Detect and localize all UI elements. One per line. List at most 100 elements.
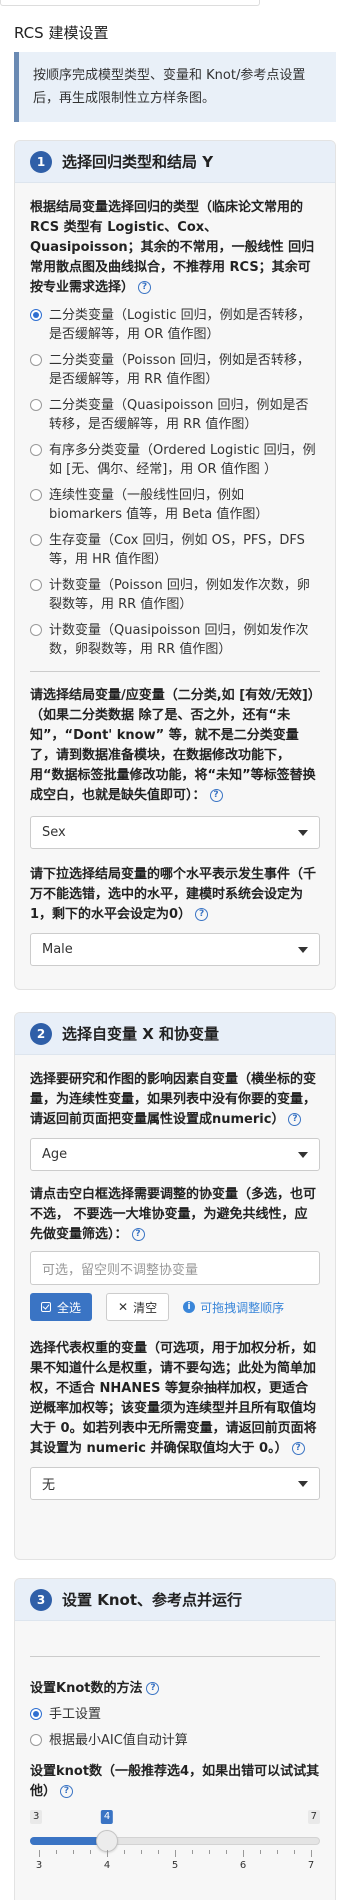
regression-type-option-3[interactable]: 二分类变量（Quasipoisson 回归，例如是否转移，是否缓解等，用 RR … bbox=[30, 396, 320, 434]
slider-major-tick bbox=[107, 1850, 108, 1857]
radio-button[interactable] bbox=[30, 489, 42, 501]
slider-minor-tick bbox=[260, 1850, 261, 1854]
slider-minor-tick bbox=[158, 1850, 159, 1854]
slider-tick-label: 4 bbox=[103, 1860, 111, 1871]
radio-button[interactable] bbox=[30, 309, 42, 321]
slider-minor-tick bbox=[90, 1850, 91, 1854]
outcome-select-value: Sex bbox=[42, 825, 66, 840]
close-icon: ✕ bbox=[118, 1300, 129, 1314]
regression-type-option-7[interactable]: 计数变量（Poisson 回归，例如发作次数，卵裂数等，用 RR 值作图） bbox=[30, 576, 320, 614]
knot-method-option-1[interactable]: 手工设置 bbox=[30, 1705, 320, 1724]
outcome-label: 请选择结局变量/应变量（二分类,如 [有效/无效]）（如果二分类数据 除了是、否… bbox=[30, 688, 316, 803]
select-all-button[interactable]: 全选 bbox=[30, 1293, 93, 1321]
intro-callout: 按顺序完成模型类型、变量和 Knot/参考点设置后，再生成限制性立方样条图。 bbox=[14, 52, 336, 122]
help-icon[interactable]: ? bbox=[138, 281, 152, 294]
radio-button[interactable] bbox=[30, 534, 42, 546]
slider-minor-tick bbox=[294, 1850, 295, 1854]
page-title: RCS 建模设置 bbox=[14, 24, 109, 42]
radio-label: 生存变量（Cox 回归，例如 OS，PFS，DFS 等，用 HR 值作图） bbox=[49, 533, 305, 567]
slider-minor-tick bbox=[277, 1850, 278, 1854]
radio-label: 根据最小AIC值自动计算 bbox=[49, 1733, 188, 1748]
caret-down-icon bbox=[298, 946, 308, 953]
radio-button[interactable] bbox=[30, 444, 42, 456]
clear-button[interactable]: ✕ 清空 bbox=[106, 1293, 170, 1321]
slider-value-label: 4 bbox=[100, 1810, 114, 1824]
slider-major-tick bbox=[175, 1850, 176, 1857]
help-icon[interactable]: ? bbox=[209, 789, 223, 802]
slider-minor-tick bbox=[209, 1850, 210, 1854]
x-variable-select[interactable]: Age bbox=[30, 1138, 320, 1171]
tab-bar-stub bbox=[0, 0, 260, 6]
help-icon[interactable]: ? bbox=[146, 1682, 160, 1695]
radio-button[interactable] bbox=[30, 624, 42, 636]
radio-label: 手工设置 bbox=[49, 1707, 102, 1722]
help-icon[interactable]: ? bbox=[195, 908, 209, 921]
event-level-label: 请下拉选择结局变量的哪个水平表示发生事件（千万不能选错，选中的水平，建模时系统会… bbox=[30, 867, 317, 922]
step-badge: 2 bbox=[30, 1022, 52, 1045]
divider bbox=[30, 671, 320, 672]
help-icon[interactable]: ? bbox=[131, 1228, 145, 1241]
regression-type-option-6[interactable]: 生存变量（Cox 回归，例如 OS，PFS，DFS 等，用 HR 值作图） bbox=[30, 531, 320, 569]
section-title: 设置 Knot、参考点并运行 bbox=[62, 1591, 243, 1609]
help-icon[interactable]: ? bbox=[291, 1442, 305, 1455]
regression-type-option-2[interactable]: 二分类变量（Poisson 回归，例如是否转移，是否缓解等，用 RR 值作图） bbox=[30, 351, 320, 389]
knot-method-radio-group: 手工设置根据最小AIC值自动计算 bbox=[30, 1705, 320, 1750]
radio-button[interactable] bbox=[30, 1734, 42, 1746]
x-variable-select-value: Age bbox=[42, 1147, 68, 1162]
radio-button[interactable] bbox=[30, 1708, 42, 1720]
divider bbox=[30, 1656, 320, 1657]
section-title: 选择自变量 X 和协变量 bbox=[62, 1025, 220, 1043]
info-icon: i bbox=[183, 1301, 196, 1313]
section-regression-type: 1 选择回归类型和结局 Y 根据结局变量选择回归的类型（临床论文常用的 RCS … bbox=[14, 140, 336, 990]
slider-tick-label: 7 bbox=[307, 1860, 315, 1871]
slider-min-label: 3 bbox=[30, 1810, 43, 1824]
event-level-select[interactable]: Male bbox=[30, 933, 320, 966]
section-knots: 3 设置 Knot、参考点并运行 设置Knot数的方法? 手工设置 根据最小AIC… bbox=[14, 1578, 336, 1900]
slider-minor-tick bbox=[56, 1850, 57, 1854]
slider-major-tick bbox=[311, 1850, 312, 1857]
slider-tick-label: 5 bbox=[171, 1860, 179, 1871]
knot-count-slider[interactable]: 3 7 4 3 4 5 6 7 bbox=[30, 1810, 320, 1880]
slider-minor-tick bbox=[124, 1850, 125, 1854]
radio-button[interactable] bbox=[30, 579, 42, 591]
drag-hint: i 可拖拽调整顺序 bbox=[183, 1299, 284, 1316]
regression-type-option-1[interactable]: 二分类变量（Logistic 回归，例如是否转移，是否缓解等，用 OR 值作图） bbox=[30, 306, 320, 344]
section-header: 1 选择回归类型和结局 Y bbox=[15, 141, 335, 183]
check-square-icon bbox=[41, 1302, 51, 1312]
section-header: 2 选择自变量 X 和协变量 bbox=[15, 1013, 335, 1055]
regression-type-option-5[interactable]: 连续性变量（一般线性回归，例如 biomarkers 值等，用 Beta 值作图… bbox=[30, 486, 320, 524]
slider-tick-label: 6 bbox=[239, 1860, 247, 1871]
covariates-input[interactable]: 可选，留空则不调整协变量 bbox=[30, 1251, 320, 1285]
radio-button[interactable] bbox=[30, 354, 42, 366]
slider-minor-tick bbox=[73, 1850, 74, 1854]
weight-select[interactable]: 无 bbox=[30, 1467, 320, 1500]
caret-down-icon bbox=[298, 829, 308, 836]
radio-button[interactable] bbox=[30, 399, 42, 411]
help-icon[interactable]: ? bbox=[60, 1785, 74, 1798]
caret-down-icon bbox=[298, 1151, 308, 1158]
knot-count-label: 设置knot数（一般推荐选4，如果出错可以试试其他）? bbox=[30, 1764, 320, 1799]
regression-type-option-4[interactable]: 有序多分类变量（Ordered Logistic 回归，例如 [无、偶尔、经常]… bbox=[30, 441, 320, 479]
section-title: 选择回归类型和结局 Y bbox=[62, 153, 214, 171]
regression-type-option-8[interactable]: 计数变量（Quasipoisson 回归，例如发作次数，卵裂数等，用 RR 值作… bbox=[30, 621, 320, 659]
slider-tick-label: 3 bbox=[35, 1860, 43, 1871]
radio-label: 连续性变量（一般线性回归，例如 biomarkers 值等，用 Beta 值作图… bbox=[49, 488, 269, 522]
help-icon[interactable]: ? bbox=[288, 1113, 302, 1126]
weight-label: 选择代表权重的变量（可选项，用于加权分析，如果不知道什么是权重，请不要勾选；此处… bbox=[30, 1341, 317, 1456]
radio-label: 二分类变量（Poisson 回归，例如是否转移，是否缓解等，用 RR 值作图） bbox=[49, 353, 310, 387]
slider-minor-tick bbox=[141, 1850, 142, 1854]
section-header: 3 设置 Knot、参考点并运行 bbox=[15, 1579, 335, 1621]
caret-down-icon bbox=[298, 1480, 308, 1487]
radio-label: 二分类变量（Quasipoisson 回归，例如是否转移，是否缓解等，用 RR … bbox=[49, 398, 309, 432]
covariates-label: 请点击空白框选择需要调整的协变量（多选，也可不选， 不要选一大堆协变量，为避免共… bbox=[30, 1187, 317, 1242]
slider-max-label: 7 bbox=[307, 1810, 320, 1824]
step-badge: 3 bbox=[30, 1588, 52, 1611]
radio-label: 计数变量（Poisson 回归，例如发作次数，卵裂数等，用 RR 值作图） bbox=[49, 578, 310, 612]
slider-handle[interactable] bbox=[96, 1830, 118, 1852]
x-variable-label: 选择要研究和作图的影响因素自变量（横坐标的变量，为连续性变量，如果列表中没有你要… bbox=[30, 1072, 317, 1127]
outcome-select[interactable]: Sex bbox=[30, 816, 320, 849]
slider-minor-tick bbox=[226, 1850, 227, 1854]
radio-label: 二分类变量（Logistic 回归，例如是否转移，是否缓解等，用 OR 值作图） bbox=[49, 308, 311, 342]
step-badge: 1 bbox=[30, 150, 52, 173]
knot-method-option-2[interactable]: 根据最小AIC值自动计算 bbox=[30, 1731, 320, 1750]
